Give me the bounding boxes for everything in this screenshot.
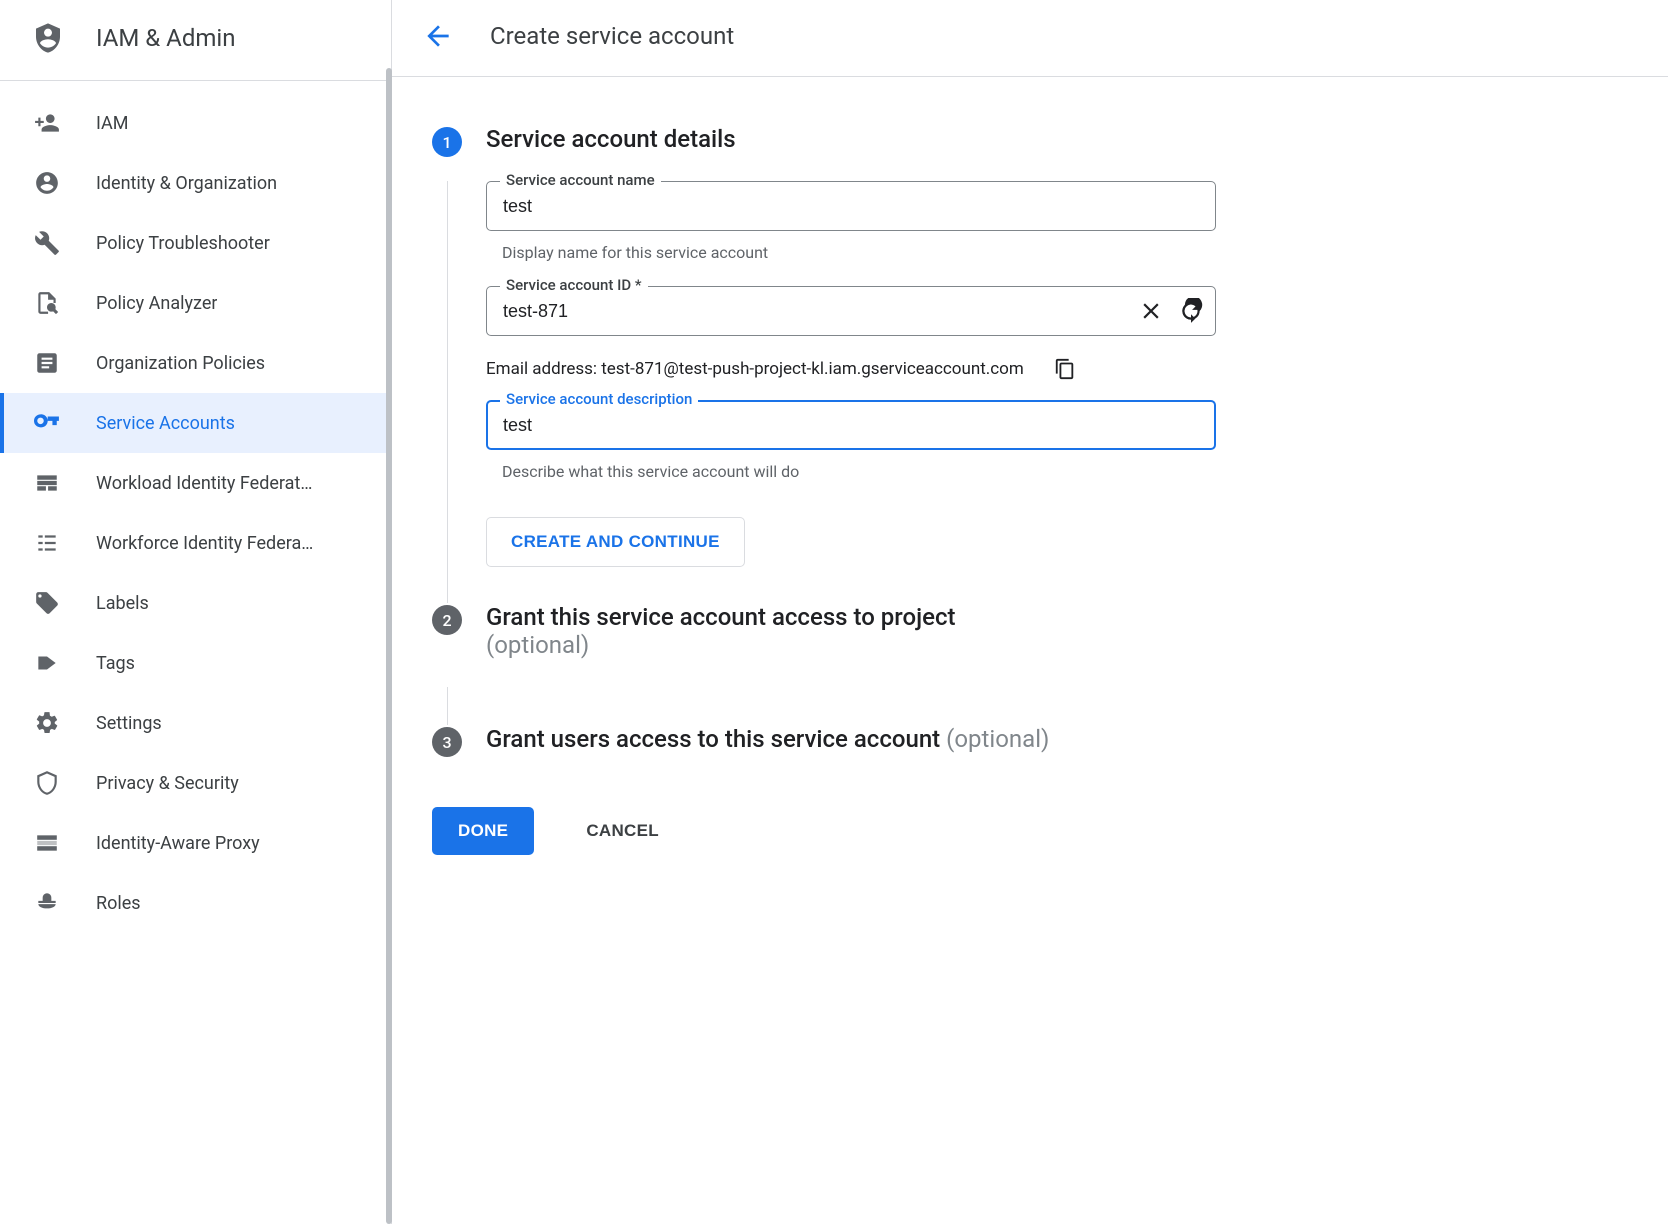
step-1-title: Service account details (486, 125, 1628, 153)
sidebar-item-label: Privacy & Security (96, 773, 239, 794)
step-3: 3 Grant users access to this service acc… (432, 725, 1628, 781)
sidebar-item-roles[interactable]: Roles (0, 873, 391, 933)
content: 1 Service account details Service accoun… (392, 77, 1668, 875)
page-title: Create service account (490, 22, 734, 50)
account-circle-icon (34, 170, 60, 196)
sidebar-item-iam[interactable]: IAM (0, 93, 391, 153)
sidebar-item-workload-identity[interactable]: Workload Identity Federat… (0, 453, 391, 513)
sidebar-item-label: Organization Policies (96, 353, 265, 374)
main-panel: Create service account 1 Service account… (392, 0, 1668, 1224)
sidebar-menu: IAM Identity & Organization Policy Troub… (0, 81, 391, 933)
sidebar-item-label: Policy Troubleshooter (96, 233, 270, 254)
article-icon (34, 350, 60, 376)
refresh-icon[interactable] (1178, 298, 1204, 324)
sidebar-item-workforce-identity[interactable]: Workforce Identity Federa… (0, 513, 391, 573)
step-2-badge: 2 (432, 605, 462, 635)
person-add-icon (34, 110, 60, 136)
workload-icon (34, 470, 60, 496)
shield-icon (34, 770, 60, 796)
gear-icon (34, 710, 60, 736)
iap-icon (34, 830, 60, 856)
desc-label: Service account description (500, 390, 698, 408)
sidebar-item-label: Identity & Organization (96, 173, 277, 194)
sidebar-item-label: Roles (96, 893, 141, 914)
sidebar-item-label: Workload Identity Federat… (96, 473, 312, 494)
sidebar-item-org-policies[interactable]: Organization Policies (0, 333, 391, 393)
scrollbar[interactable] (386, 68, 392, 1224)
sidebar-item-label: Labels (96, 593, 149, 614)
doc-search-icon (34, 290, 60, 316)
email-label: Email address: (486, 359, 601, 379)
step-2-title: Grant this service account access to pro… (486, 603, 1628, 659)
sidebar-item-policy-troubleshooter[interactable]: Policy Troubleshooter (0, 213, 391, 273)
field-service-account-name: Service account name (486, 181, 1216, 231)
bookmark-icon (34, 650, 60, 676)
iam-shield-logo-icon (32, 20, 64, 56)
hat-icon (34, 890, 60, 916)
sidebar-item-label: Tags (96, 653, 135, 674)
sidebar-item-label: Policy Analyzer (96, 293, 217, 314)
sidebar-header: IAM & Admin (0, 0, 391, 81)
sidebar-item-privacy-security[interactable]: Privacy & Security (0, 753, 391, 813)
desc-helper: Describe what this service account will … (502, 462, 1216, 481)
step-3-badge: 3 (432, 727, 462, 757)
key-account-icon (34, 410, 60, 436)
done-button[interactable]: DONE (432, 807, 534, 855)
list-icon (34, 530, 60, 556)
name-helper: Display name for this service account (502, 243, 1216, 262)
label-icon (34, 590, 60, 616)
email-address-row: Email address: test-871@test-push-projec… (486, 358, 1216, 380)
step-connector-1 (447, 181, 448, 603)
sidebar-item-tags[interactable]: Tags (0, 633, 391, 693)
create-and-continue-button[interactable]: CREATE AND CONTINUE (486, 517, 745, 567)
name-label: Service account name (500, 171, 661, 189)
main-header: Create service account (392, 0, 1668, 77)
cancel-button[interactable]: CANCEL (562, 807, 683, 855)
back-arrow-icon[interactable] (422, 20, 454, 52)
step-2: 2 Grant this service account access to p… (432, 603, 1628, 687)
sidebar-item-identity-org[interactable]: Identity & Organization (0, 153, 391, 213)
step-connector-2 (447, 687, 448, 725)
sidebar-item-label: Settings (96, 713, 162, 734)
sidebar-item-label: Workforce Identity Federa… (96, 533, 313, 554)
sidebar-title: IAM & Admin (96, 24, 236, 52)
wrench-icon (34, 230, 60, 256)
sidebar: IAM & Admin IAM Identity & Organization … (0, 0, 392, 1224)
clear-icon[interactable] (1138, 298, 1164, 324)
sidebar-item-policy-analyzer[interactable]: Policy Analyzer (0, 273, 391, 333)
copy-icon[interactable] (1054, 358, 1076, 380)
field-service-account-description: Service account description (486, 400, 1216, 450)
sidebar-item-label: IAM (96, 113, 129, 134)
id-label: Service account ID * (500, 276, 648, 294)
sidebar-item-labels[interactable]: Labels (0, 573, 391, 633)
sidebar-item-label: Service Accounts (96, 413, 235, 434)
email-value: test-871@test-push-project-kl.iam.gservi… (601, 359, 1024, 379)
sidebar-item-service-accounts[interactable]: Service Accounts (0, 393, 391, 453)
sidebar-item-settings[interactable]: Settings (0, 693, 391, 753)
field-service-account-id: Service account ID * (486, 286, 1216, 336)
footer-buttons: DONE CANCEL (432, 807, 1628, 855)
sidebar-item-label: Identity-Aware Proxy (96, 833, 260, 854)
step-1-badge: 1 (432, 127, 462, 157)
sidebar-item-iap[interactable]: Identity-Aware Proxy (0, 813, 391, 873)
step-3-title: Grant users access to this service accou… (486, 725, 1628, 753)
